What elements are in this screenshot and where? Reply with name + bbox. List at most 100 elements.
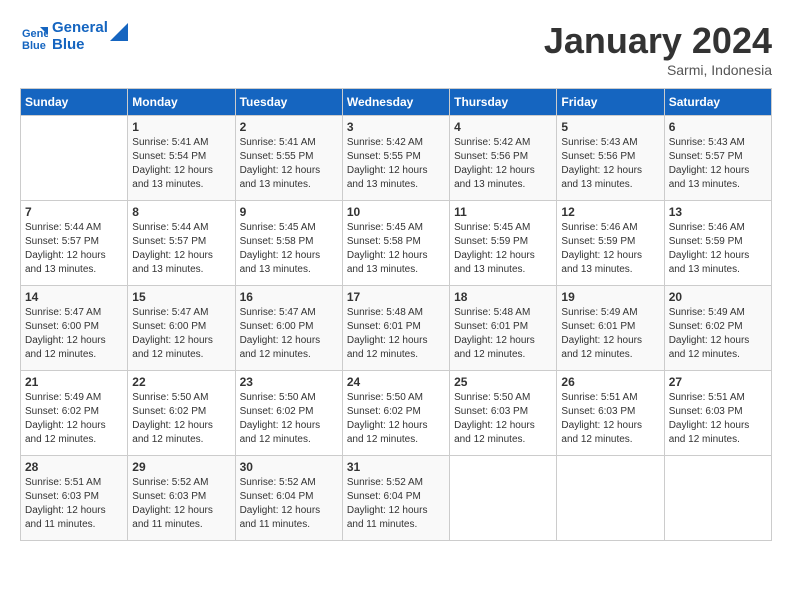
day-cell: 15Sunrise: 5:47 AMSunset: 6:00 PMDayligh… [128,286,235,371]
day-number: 30 [240,460,338,474]
day-number: 2 [240,120,338,134]
day-number: 26 [561,375,659,389]
day-info: Sunrise: 5:43 AMSunset: 5:57 PMDaylight:… [669,136,767,192]
day-number: 18 [454,290,552,304]
day-number: 24 [347,375,445,389]
day-info: Sunrise: 5:44 AMSunset: 5:57 PMDaylight:… [25,221,123,277]
day-info: Sunrise: 5:49 AMSunset: 6:02 PMDaylight:… [25,391,123,447]
day-number: 21 [25,375,123,389]
week-row-3: 14 Sunrise: 5:47 AMSunset: 6:00 PMDayligh… [21,286,772,371]
day-info: Sunrise: 5:49 AMSunset: 6:02 PMDaylight:… [669,306,767,362]
day-cell: 28Sunrise: 5:51 AMSunset: 6:03 PMDayligh… [21,456,128,541]
day-info: Sunrise: 5:46 AMSunset: 5:59 PMDaylight:… [669,221,767,277]
day-cell: 1 Sunrise: 5:41 AMSunset: 5:54 PMDaylight… [128,116,235,201]
day-number: 17 [347,290,445,304]
column-header-saturday: Saturday [664,89,771,116]
day-cell: 7 Sunrise: 5:44 AMSunset: 5:57 PMDaylight… [21,201,128,286]
day-cell: 3Sunrise: 5:42 AMSunset: 5:55 PMDaylight… [342,116,449,201]
day-cell: 14 Sunrise: 5:47 AMSunset: 6:00 PMDayligh… [21,286,128,371]
day-info: Sunrise: 5:42 AMSunset: 5:56 PMDaylight:… [454,136,552,192]
month-year-title: January 2024 [544,20,772,62]
day-number: 20 [669,290,767,304]
day-info: Sunrise: 5:47 AMSunset: 6:00 PMDaylight:… [25,306,123,362]
day-number: 19 [561,290,659,304]
day-info: Sunrise: 5:43 AMSunset: 5:56 PMDaylight:… [561,136,659,192]
day-cell [664,456,771,541]
day-cell: 13Sunrise: 5:46 AMSunset: 5:59 PMDayligh… [664,201,771,286]
day-number: 9 [240,205,338,219]
logo-blue: Blue [52,37,108,54]
week-row-2: 7 Sunrise: 5:44 AMSunset: 5:57 PMDaylight… [21,201,772,286]
day-cell: 16 Sunrise: 5:47 AMSunset: 6:00 PMDayligh… [235,286,342,371]
day-cell: 22Sunrise: 5:50 AMSunset: 6:02 PMDayligh… [128,371,235,456]
day-info: Sunrise: 5:51 AMSunset: 6:03 PMDaylight:… [25,476,123,532]
day-number: 23 [240,375,338,389]
day-number: 6 [669,120,767,134]
calendar-header-row: SundayMondayTuesdayWednesdayThursdayFrid… [21,89,772,116]
day-info: Sunrise: 5:44 AMSunset: 5:57 PMDaylight:… [132,221,230,277]
page-header: General Blue General Blue January 2024 S… [20,20,772,78]
day-cell: 23 Sunrise: 5:50 AMSunset: 6:02 PMDayligh… [235,371,342,456]
week-row-5: 28Sunrise: 5:51 AMSunset: 6:03 PMDayligh… [21,456,772,541]
day-number: 29 [132,460,230,474]
column-header-friday: Friday [557,89,664,116]
day-number: 15 [132,290,230,304]
day-info: Sunrise: 5:50 AMSunset: 6:03 PMDaylight:… [454,391,552,447]
day-cell: 2 Sunrise: 5:41 AMSunset: 5:55 PMDaylight… [235,116,342,201]
logo-arrow-icon [110,23,128,41]
day-number: 3 [347,120,445,134]
day-cell: 6 Sunrise: 5:43 AMSunset: 5:57 PMDaylight… [664,116,771,201]
day-cell: 25Sunrise: 5:50 AMSunset: 6:03 PMDayligh… [450,371,557,456]
logo-general: General [52,19,108,36]
day-info: Sunrise: 5:52 AMSunset: 6:03 PMDaylight:… [132,476,230,532]
day-cell: 29 Sunrise: 5:52 AMSunset: 6:03 PMDayligh… [128,456,235,541]
day-number: 27 [669,375,767,389]
day-info: Sunrise: 5:50 AMSunset: 6:02 PMDaylight:… [240,391,338,447]
day-cell: 11Sunrise: 5:45 AMSunset: 5:59 PMDayligh… [450,201,557,286]
day-info: Sunrise: 5:51 AMSunset: 6:03 PMDaylight:… [669,391,767,447]
column-header-sunday: Sunday [21,89,128,116]
day-number: 1 [132,120,230,134]
day-info: Sunrise: 5:47 AMSunset: 6:00 PMDaylight:… [240,306,338,362]
day-cell: 21 Sunrise: 5:49 AMSunset: 6:02 PMDayligh… [21,371,128,456]
day-info: Sunrise: 5:41 AMSunset: 5:54 PMDaylight:… [132,136,230,192]
column-header-thursday: Thursday [450,89,557,116]
day-cell: 5 Sunrise: 5:43 AMSunset: 5:56 PMDaylight… [557,116,664,201]
day-number: 31 [347,460,445,474]
day-info: Sunrise: 5:46 AMSunset: 5:59 PMDaylight:… [561,221,659,277]
day-cell: 31Sunrise: 5:52 AMSunset: 6:04 PMDayligh… [342,456,449,541]
day-number: 12 [561,205,659,219]
day-info: Sunrise: 5:49 AMSunset: 6:01 PMDaylight:… [561,306,659,362]
day-number: 16 [240,290,338,304]
day-cell [21,116,128,201]
day-cell: 18Sunrise: 5:48 AMSunset: 6:01 PMDayligh… [450,286,557,371]
logo: General Blue General Blue [20,20,128,53]
day-cell: 10Sunrise: 5:45 AMSunset: 5:58 PMDayligh… [342,201,449,286]
day-cell: 26Sunrise: 5:51 AMSunset: 6:03 PMDayligh… [557,371,664,456]
day-info: Sunrise: 5:52 AMSunset: 6:04 PMDaylight:… [240,476,338,532]
day-number: 22 [132,375,230,389]
day-info: Sunrise: 5:50 AMSunset: 6:02 PMDaylight:… [347,391,445,447]
day-cell: 30 Sunrise: 5:52 AMSunset: 6:04 PMDayligh… [235,456,342,541]
day-number: 8 [132,205,230,219]
calendar-table: SundayMondayTuesdayWednesdayThursdayFrid… [20,88,772,541]
day-cell: 20 Sunrise: 5:49 AMSunset: 6:02 PMDayligh… [664,286,771,371]
day-cell: 24 Sunrise: 5:50 AMSunset: 6:02 PMDayligh… [342,371,449,456]
day-info: Sunrise: 5:48 AMSunset: 6:01 PMDaylight:… [347,306,445,362]
day-cell [450,456,557,541]
day-info: Sunrise: 5:45 AMSunset: 5:58 PMDaylight:… [240,221,338,277]
day-info: Sunrise: 5:45 AMSunset: 5:58 PMDaylight:… [347,221,445,277]
day-number: 7 [25,205,123,219]
day-info: Sunrise: 5:45 AMSunset: 5:59 PMDaylight:… [454,221,552,277]
day-cell: 17 Sunrise: 5:48 AMSunset: 6:01 PMDayligh… [342,286,449,371]
day-cell: 27 Sunrise: 5:51 AMSunset: 6:03 PMDayligh… [664,371,771,456]
day-number: 14 [25,290,123,304]
day-cell: 4 Sunrise: 5:42 AMSunset: 5:56 PMDaylight… [450,116,557,201]
logo-icon: General Blue [20,23,48,51]
day-info: Sunrise: 5:41 AMSunset: 5:55 PMDaylight:… [240,136,338,192]
title-block: January 2024 Sarmi, Indonesia [544,20,772,78]
day-number: 4 [454,120,552,134]
calendar-body: 1 Sunrise: 5:41 AMSunset: 5:54 PMDaylight… [21,116,772,541]
day-number: 5 [561,120,659,134]
week-row-4: 21 Sunrise: 5:49 AMSunset: 6:02 PMDayligh… [21,371,772,456]
